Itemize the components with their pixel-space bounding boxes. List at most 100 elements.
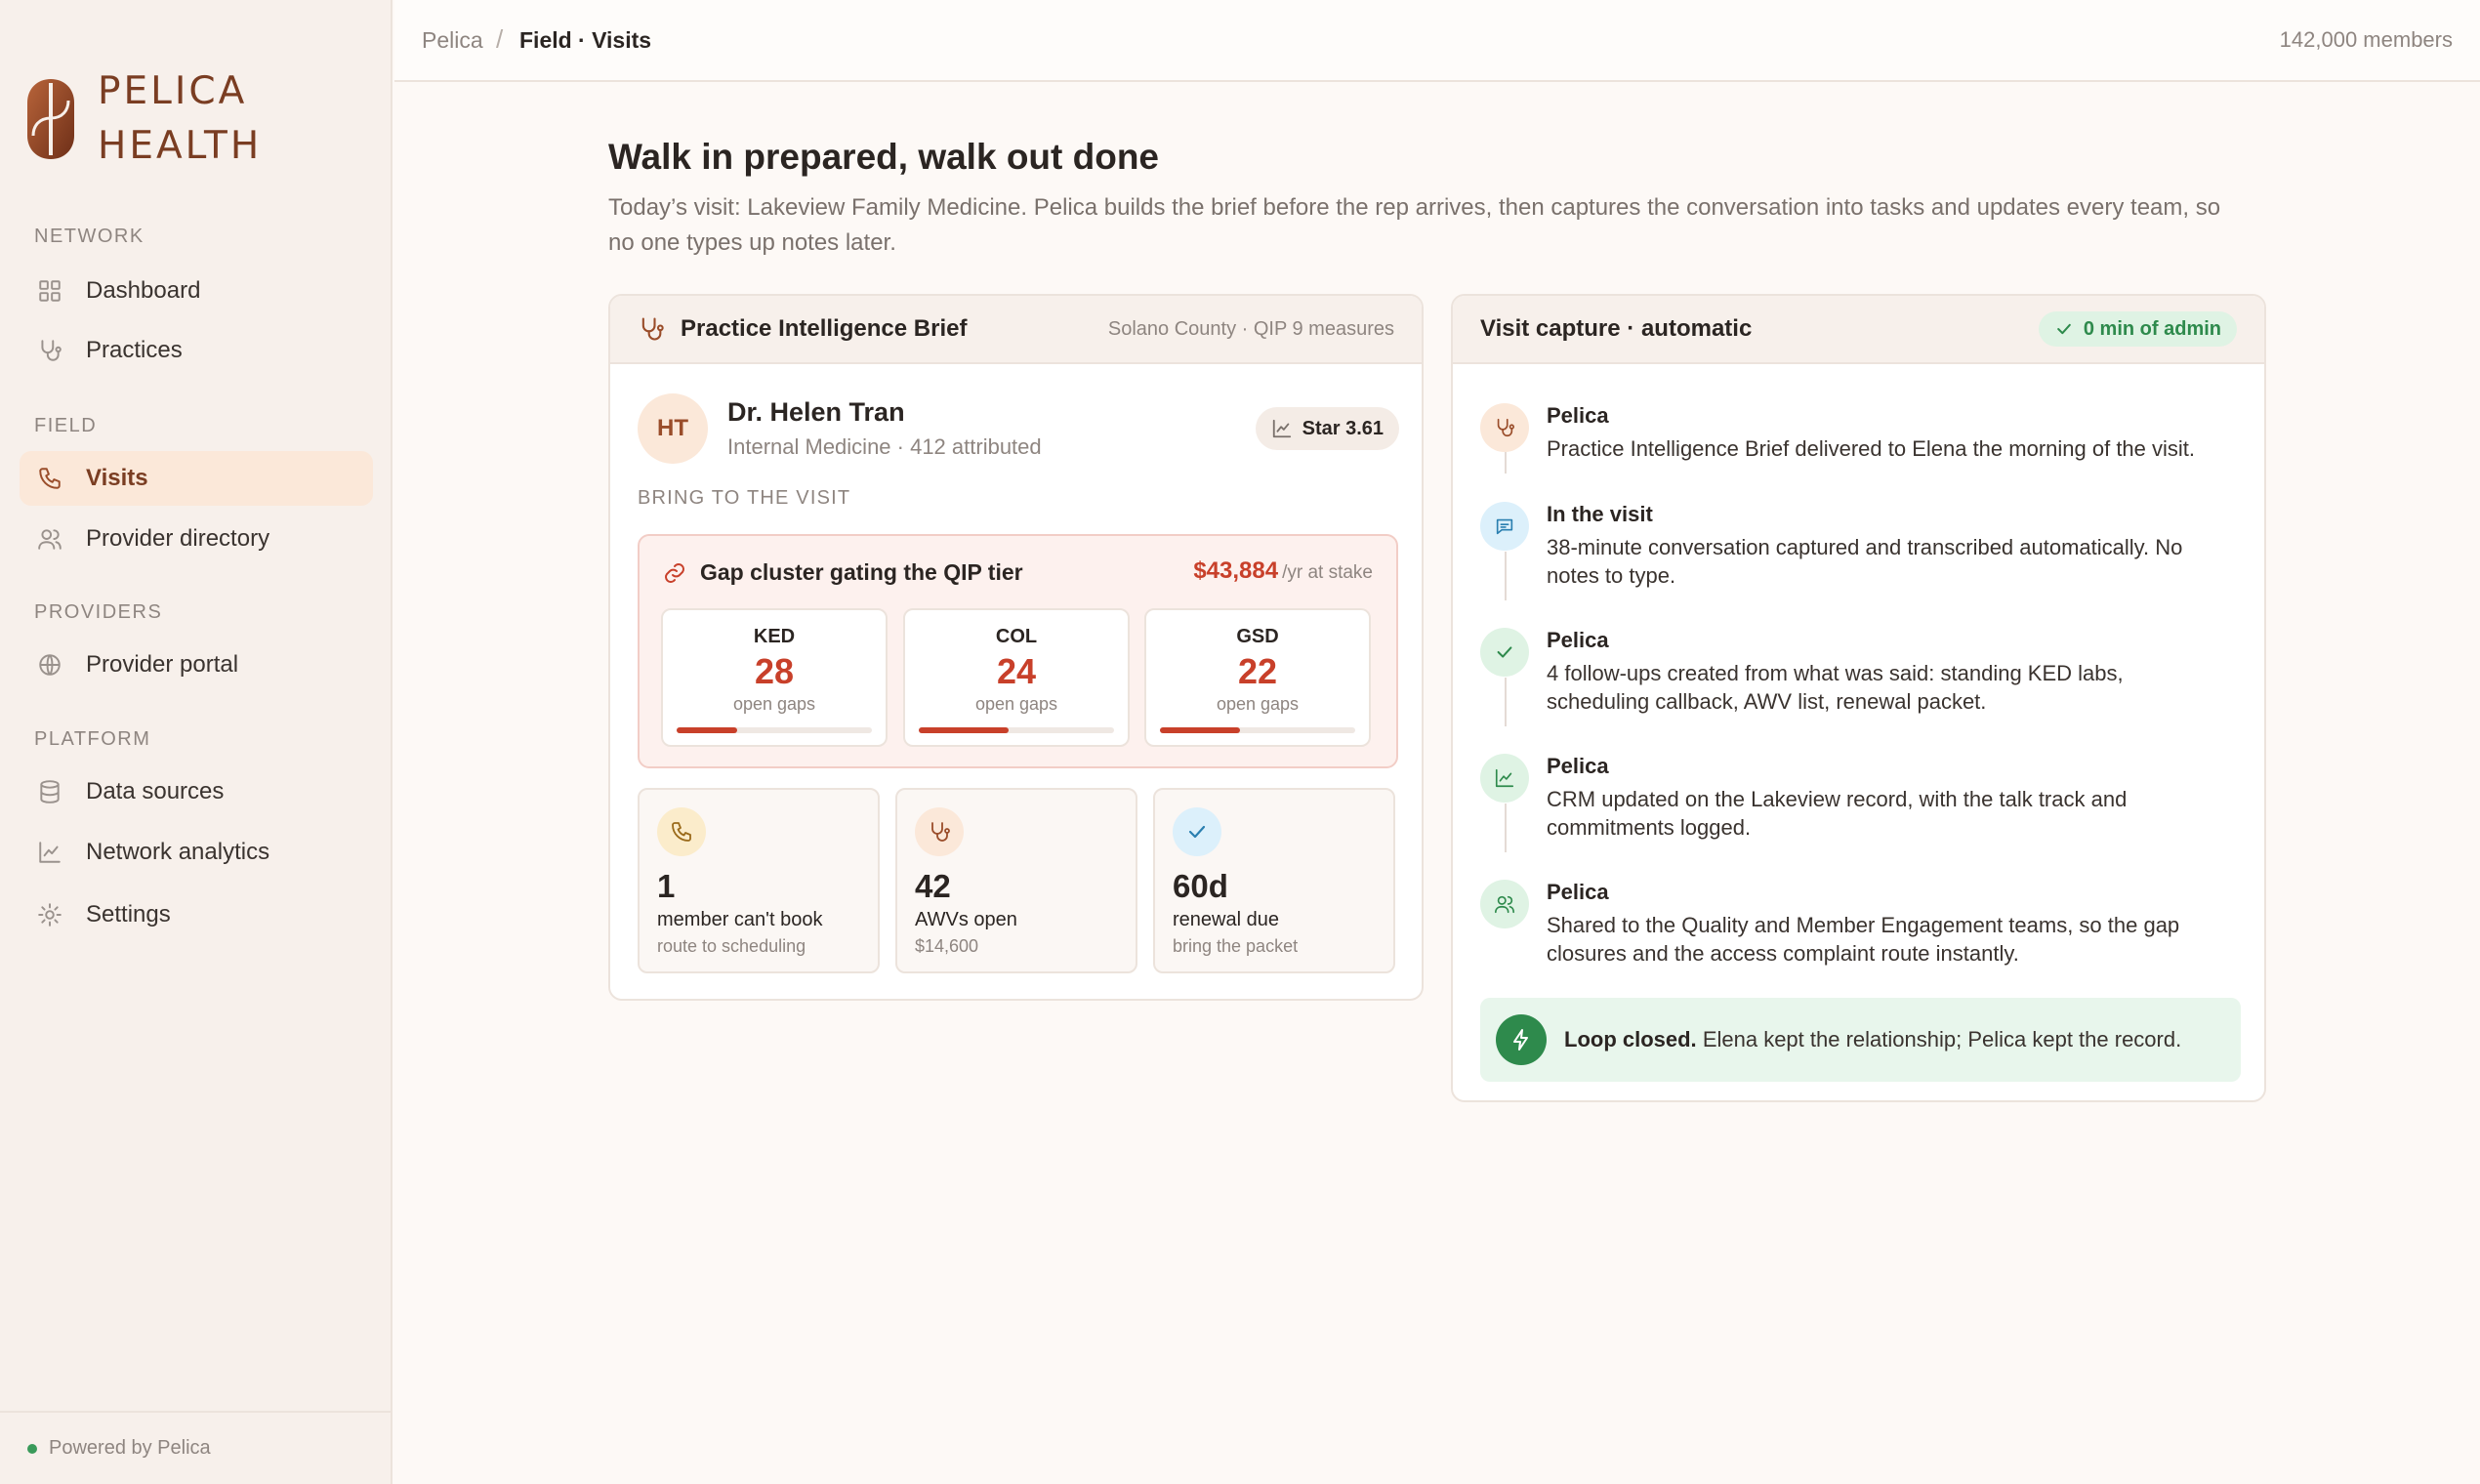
timeline-connector [1505, 678, 1507, 726]
gear-icon [38, 903, 62, 927]
stat-sub: bring the packet [1173, 936, 1299, 956]
sidebar-item-provider-portal[interactable]: Provider portal [20, 638, 373, 692]
timeline-text: 4 follow-ups created from what was said:… [1547, 661, 2124, 714]
gap-cluster-title: Gap cluster gating the QIP tier [700, 559, 1023, 585]
grid-icon [39, 280, 61, 302]
gap-at-stake-suffix: /yr at stake [1282, 562, 1373, 583]
members-count: 142,000 members [2279, 27, 2453, 52]
sidebar-item-provider-directory[interactable]: Provider directory [20, 512, 373, 566]
globe-icon [39, 654, 61, 676]
pelica-logo-icon [27, 79, 74, 159]
sidebar-item-practices[interactable]: Practices [20, 323, 373, 378]
sidebar-item-settings[interactable]: Settings [20, 887, 373, 942]
stethoscope-icon [641, 317, 664, 341]
measure-progress-track [1160, 727, 1355, 733]
star-rating-value: Star 3.61 [1302, 417, 1384, 439]
database-icon [40, 780, 60, 804]
link-icon [665, 562, 684, 583]
check-icon [1480, 628, 1529, 677]
sidebar-item-label: Practices [86, 337, 183, 363]
phone-icon [39, 468, 61, 489]
stat-label: member can't book [657, 909, 823, 930]
stat-card-renewal[interactable]: 60d renewal due bring the packet [1153, 788, 1395, 973]
doctor-specialty: Internal Medicine · 412 attributed [727, 434, 1042, 459]
nav-section-network: NETWORK [34, 226, 145, 247]
powered-by-text: Powered by Pelica [49, 1437, 211, 1459]
measure-progress-fill [677, 727, 737, 733]
sidebar-item-label: Provider directory [86, 525, 270, 552]
nav-section-field: FIELD [34, 415, 98, 436]
users-icon [1480, 880, 1529, 928]
brief-title: Practice Intelligence Brief [681, 315, 968, 342]
loop-closed-banner: Loop closed. Elena kept the relationship… [1480, 998, 2241, 1082]
sidebar-item-label: Network analytics [86, 839, 270, 865]
breadcrumb-separator: / [496, 24, 504, 54]
loop-closed-text: Loop closed. Elena kept the relationship… [1564, 1027, 2181, 1052]
stat-value: 1 [657, 868, 676, 904]
visit-capture-card: Visit capture · automatic 0 min of admin… [1451, 294, 2266, 1102]
sidebar-item-label: Settings [86, 901, 171, 928]
sidebar: PELICA HEALTH NETWORK Dashboard Practice… [0, 0, 393, 1484]
doctor-name: Dr. Helen Tran [727, 397, 905, 427]
gap-at-stake-value: $43,884 [1193, 557, 1279, 584]
avatar: HT [638, 393, 708, 464]
measure-card-gsd[interactable]: GSD 22 open gaps [1144, 608, 1371, 747]
sidebar-item-visits[interactable]: Visits [20, 451, 373, 506]
timeline-text: CRM updated on the Lakeview record, with… [1547, 787, 2128, 840]
timeline-text: Practice Intelligence Brief delivered to… [1547, 436, 2196, 461]
timeline-actor: In the visit [1547, 502, 1653, 526]
brief-card-header: Practice Intelligence Brief Solano Count… [610, 296, 1422, 364]
sidebar-item-data-sources[interactable]: Data sources [20, 764, 373, 819]
measure-code: GSD [1236, 626, 1279, 647]
brand-line-2: HEALTH [98, 124, 263, 168]
page-description: Today’s visit: Lakeview Family Medicine.… [608, 194, 2221, 256]
timeline-connector [1505, 452, 1507, 474]
doctor-summary[interactable]: HT Dr. Helen Tran Internal Medicine · 41… [638, 393, 1399, 464]
admin-time-badge: 0 min of admin [2038, 311, 2237, 347]
nav-section-platform: PLATFORM [34, 728, 151, 750]
measure-card-ked[interactable]: KED 28 open gaps [661, 608, 888, 747]
gap-cluster-header: Gap cluster gating the QIP tier [663, 559, 1023, 586]
timeline-actor: Pelica [1547, 880, 1609, 904]
timeline-connector [1505, 804, 1507, 852]
timeline-actor: Pelica [1547, 628, 1609, 652]
page-title: Walk in prepared, walk out done [608, 137, 1159, 177]
measure-card-col[interactable]: COL 24 open gaps [903, 608, 1130, 747]
stethoscope-icon [41, 340, 62, 361]
chat-icon [1480, 502, 1529, 551]
sidebar-item-label: Dashboard [86, 277, 201, 304]
sidebar-item-dashboard[interactable]: Dashboard [20, 264, 373, 318]
capture-card-header: Visit capture · automatic 0 min of admin [1453, 296, 2264, 364]
loop-closed-detail: Elena kept the relationship; Pelica kept… [1702, 1027, 2182, 1051]
breadcrumb-root[interactable]: Pelica [422, 27, 483, 54]
measure-caption: open gaps [732, 694, 816, 714]
stat-card-awv[interactable]: 42 AWVs open $14,600 [895, 788, 1137, 973]
admin-time-text: 0 min of admin [2083, 317, 2221, 340]
loop-closed-label: Loop closed. [1564, 1027, 1697, 1051]
timeline-actor: Pelica [1547, 754, 1609, 778]
stat-value: 42 [915, 868, 951, 904]
sidebar-item-network-analytics[interactable]: Network analytics [20, 825, 373, 880]
phone-icon [657, 807, 706, 856]
measure-progress-track [919, 727, 1114, 733]
bolt-icon [1496, 1014, 1547, 1065]
measure-value: 28 [754, 651, 795, 691]
status-dot [27, 1443, 37, 1454]
measure-caption: open gaps [974, 694, 1058, 714]
measure-progress-track [677, 727, 872, 733]
stethoscope-icon [915, 807, 964, 856]
brand-logo[interactable]: PELICA HEALTH [25, 64, 262, 174]
stat-card-booking[interactable]: 1 member can't book route to scheduling [638, 788, 880, 973]
timeline-text: 38-minute conversation captured and tran… [1547, 535, 2183, 588]
capture-title: Visit capture · automatic [1480, 315, 1753, 342]
sidebar-item-label: Provider portal [86, 651, 239, 678]
practice-brief-card: Practice Intelligence Brief Solano Count… [608, 294, 1424, 1001]
sidebar-item-label: Data sources [86, 778, 225, 804]
measure-value: 24 [996, 651, 1037, 691]
measure-value: 22 [1237, 651, 1278, 691]
stat-label: renewal due [1173, 909, 1279, 930]
star-rating-badge: Star 3.61 [1255, 407, 1399, 450]
measure-caption: open gaps [1216, 694, 1300, 714]
check-icon [1173, 807, 1221, 856]
check-icon [2057, 323, 2071, 335]
